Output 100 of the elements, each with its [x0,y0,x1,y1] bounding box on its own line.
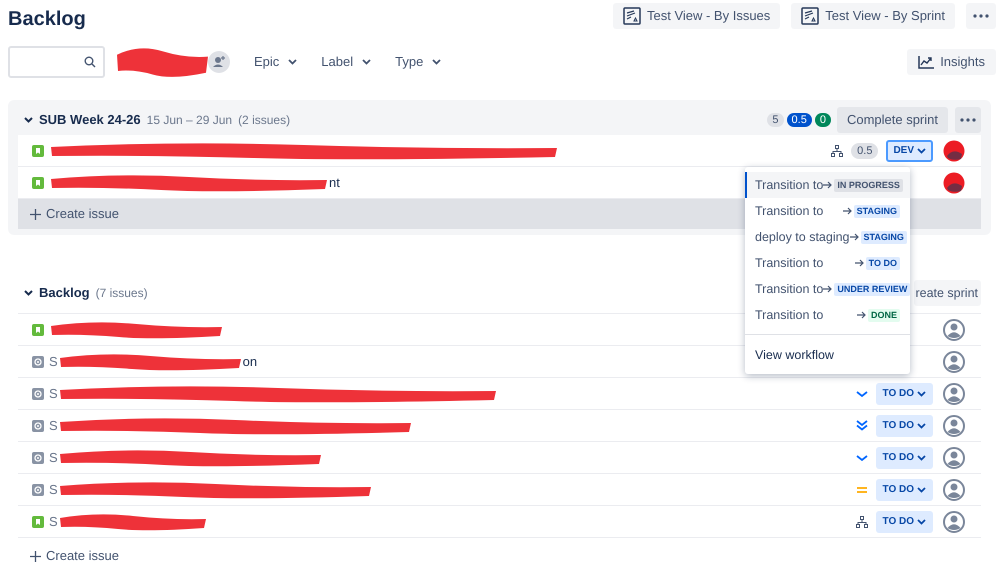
filter-dropdown[interactable]: Label [311,46,382,78]
view-workflow-item[interactable]: View workflow [745,341,910,369]
caret-icon [432,59,442,65]
menu-item[interactable]: Transition to DONE [745,302,910,328]
chart-icon [918,56,934,68]
issue-key: S [49,512,58,532]
caret-icon [917,422,926,428]
bookmark-icon [32,516,44,528]
hierarchy-icon [831,144,844,156]
medium-priority-icon [856,486,868,494]
menu-item[interactable]: Transition to IN PROGRESS [745,172,910,198]
status-lozenge: TO DO [866,256,900,270]
arrow-icon [842,207,852,215]
menu-item-label: Transition to [755,280,824,298]
caret-icon [917,486,926,492]
caret-icon [288,59,298,65]
chart-document-icon [801,7,820,25]
status-lozenge: STAGING [854,204,900,218]
story-points: 0.5 [851,142,878,158]
menu-item-label: deploy to staging [755,228,850,246]
sprint-actions-button[interactable] [955,107,981,133]
points-badge: 0 [814,113,831,127]
create-sprint-button[interactable]: reate sprint [914,280,981,306]
issue-key: S [49,384,58,404]
sprint-dates: 15 Jun – 29 Jun [146,112,232,129]
complete-sprint-button[interactable]: Complete sprint [836,107,948,133]
menu-item-label: Transition to [755,176,824,194]
backlog-title: Backlog [39,284,90,302]
caret-icon [917,148,926,154]
lowest-priority-icon [856,420,868,431]
issue-count: (2 issues) [238,112,290,129]
issue-key: S [49,480,58,500]
status-lozenge: UNDER REVIEW [834,282,910,296]
task-icon [32,356,44,368]
view-button[interactable]: Test View - By Issues [612,3,780,29]
issue-count: (7 issues) [96,285,148,302]
menu-item[interactable]: Transition to UNDER REVIEW [745,276,910,302]
redacted-avatar [943,140,965,162]
menu-item[interactable]: Transition to TO DO [745,250,910,276]
status-lozenge: DONE [868,308,900,322]
view-button[interactable]: Test View - By Sprint [791,3,955,29]
page-title: Backlog [8,7,86,32]
caret-icon [917,454,926,460]
issue-summary: nt [329,174,340,192]
avatar-icon [943,446,965,468]
bookmark-icon [32,176,44,188]
arrow-icon [854,259,864,267]
status-lozenge: IN PROGRESS [834,178,903,192]
bookmark-icon [32,144,44,156]
status-dropdown[interactable]: TO DO [876,414,933,436]
avatar-icon [943,414,965,436]
caret-icon [917,518,926,524]
hierarchy-icon [856,516,868,528]
chart-document-icon [622,7,641,25]
avatar-icon [943,382,965,404]
status-dropdown[interactable]: TO DO [876,446,933,468]
issue-summary: on [242,352,258,371]
collapse-icon [24,117,33,123]
search-field[interactable] [8,46,105,78]
more-icon [973,14,989,18]
task-icon [32,484,44,496]
plus-icon [30,208,41,220]
status-dropdown[interactable]: TO DO [876,510,933,532]
avatar-icon [943,510,965,532]
status-dropdown[interactable]: DEV [886,140,933,162]
create-issue-button[interactable]: Create issue [18,544,119,568]
caret-icon [917,390,926,396]
more-icon [960,118,976,122]
filter-dropdown[interactable]: Epic [244,46,308,78]
issue-key: S [49,448,58,468]
status-dropdown[interactable]: TO DO [876,382,933,404]
search-icon [84,56,96,68]
menu-item[interactable]: Transition to STAGING [745,198,910,224]
add-people-icon [208,51,230,73]
more-button[interactable] [966,3,996,29]
status-lozenge: STAGING [860,230,907,244]
insights-button[interactable]: Insights [907,49,996,75]
caret-icon [362,59,372,65]
sprint-name: SUB Week 24-26 [39,111,141,130]
redacted-avatar [943,172,965,194]
arrow-icon [850,233,859,241]
issue-key: S [49,416,58,436]
filter-dropdown[interactable]: Type [385,46,452,78]
menu-item-label: Transition to [755,254,824,272]
arrow-icon [823,285,832,293]
task-icon [32,452,44,464]
status-dropdown[interactable]: TO DO [876,478,933,500]
points-badge: 0.5 [786,113,812,127]
task-icon [32,388,44,400]
low-priority-icon [856,390,868,398]
avatar-icon [943,350,965,372]
menu-item-label: Transition to [755,306,824,324]
arrow-icon [823,181,832,189]
bookmark-icon [32,324,44,336]
avatar-icon [943,318,965,340]
avatar-icon [943,478,965,500]
collapse-icon [24,290,33,296]
task-icon [32,420,44,432]
issue-key: S [49,352,58,372]
low-priority-icon [856,454,868,462]
